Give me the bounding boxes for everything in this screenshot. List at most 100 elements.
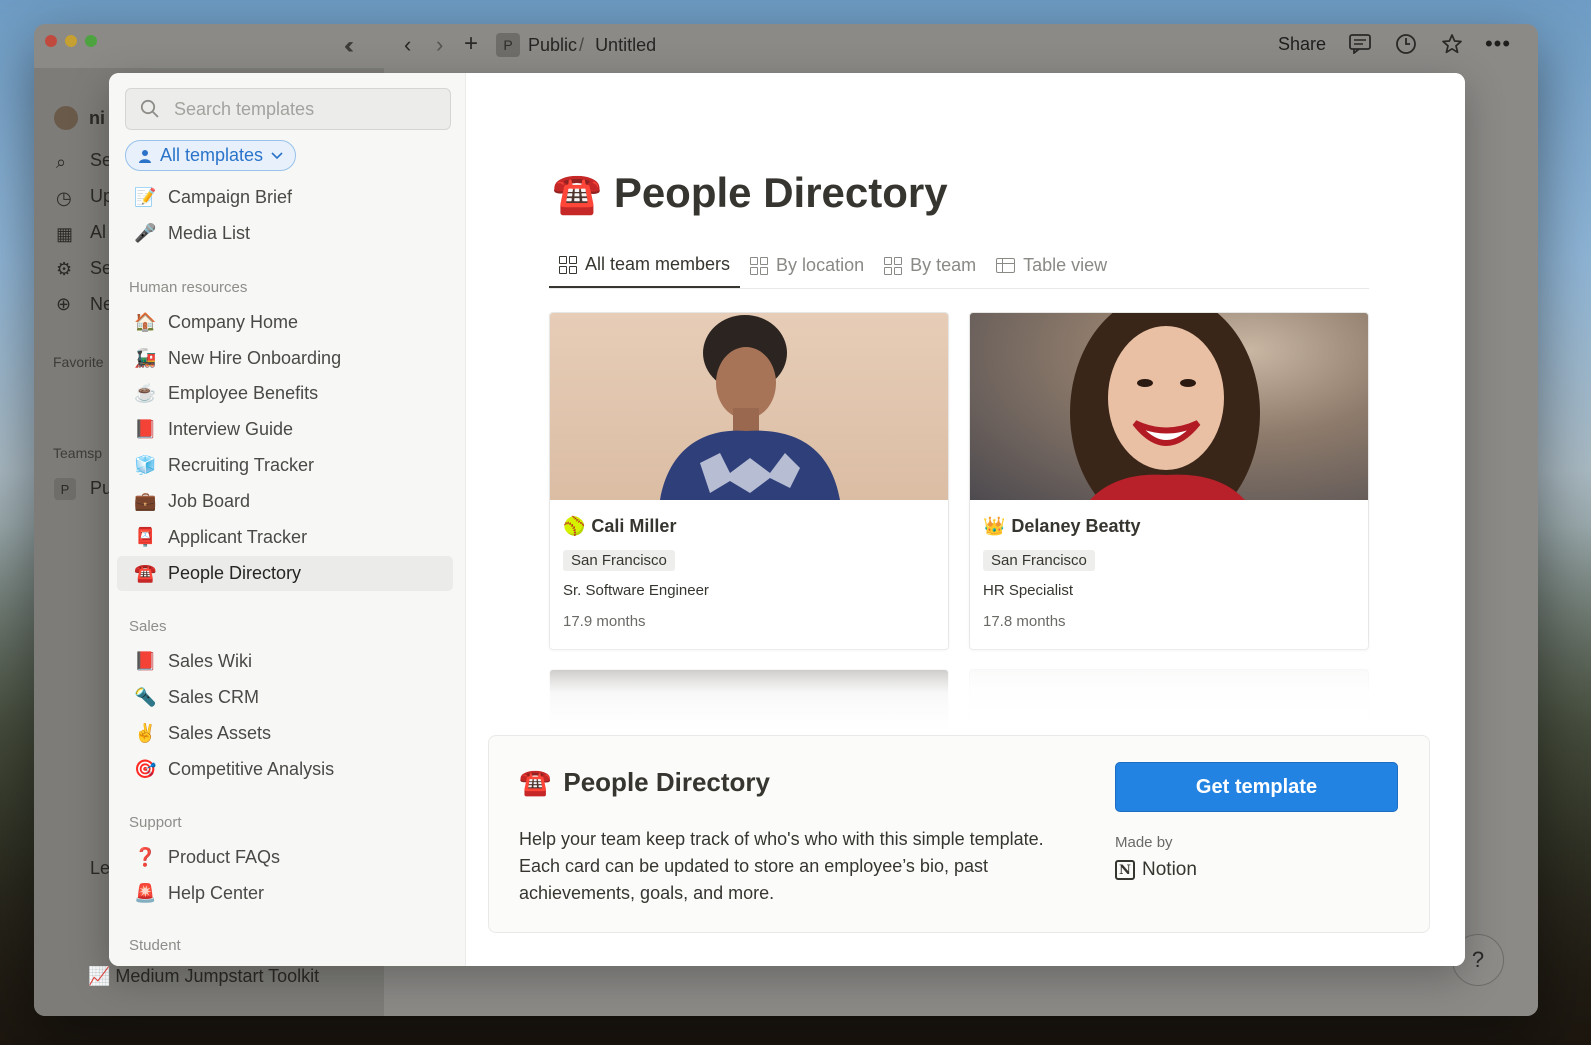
breadcrumb-workspace-badge: P	[496, 33, 520, 57]
template-item-label: People Directory	[168, 563, 302, 583]
template-item-label: Competitive Analysis	[168, 759, 335, 779]
template-item-label: Sales CRM	[168, 687, 260, 707]
view-tabs: All team members By location By team Tab…	[549, 243, 1369, 289]
tab-by-location[interactable]: By location	[740, 243, 874, 288]
history-icon[interactable]	[1394, 32, 1418, 56]
template-item-people-directory[interactable]: ☎️ People Directory	[117, 556, 453, 591]
notion-logo-icon: N	[1115, 860, 1135, 880]
new-tab-icon[interactable]: +	[464, 30, 478, 58]
sidebar-page-medium-jumpstart[interactable]: 📈 Medium Jumpstart Toolkit	[88, 966, 319, 987]
victory-hand-icon: ✌️	[134, 723, 157, 743]
search-icon	[140, 99, 159, 118]
workspace-name[interactable]: ni	[89, 108, 105, 129]
zoom-window-button[interactable]	[85, 35, 97, 47]
sidebar-all-teamspaces[interactable]: Al	[90, 222, 106, 243]
red-book-icon: 📕	[134, 651, 157, 671]
person-photo	[550, 313, 948, 500]
red-book-icon: 📕	[134, 419, 157, 439]
forward-icon[interactable]: ›	[436, 32, 443, 58]
person-tenure: 17.8 months	[983, 613, 1066, 630]
template-item-company-home[interactable]: 🏠 Company Home	[117, 305, 453, 340]
minimize-window-button[interactable]	[65, 35, 77, 47]
preview-title: ☎️ People Directory	[552, 169, 948, 217]
person-name: 🥎 Cali Miller	[563, 516, 676, 537]
telephone-icon: ☎️	[134, 563, 157, 583]
search-input[interactable]	[174, 98, 444, 120]
template-sidebar: All templates 📝 Campaign Brief 🎤 Media Lis…	[109, 73, 466, 966]
section-student: Student	[129, 937, 181, 954]
crown-icon: 👑	[983, 516, 1006, 536]
template-item-interview-guide[interactable]: 📕 Interview Guide	[117, 412, 453, 447]
back-icon[interactable]: ‹	[404, 32, 411, 58]
chevron-down-icon	[271, 151, 283, 159]
template-item-label: Help Center	[168, 883, 265, 903]
template-item-label: Company Home	[168, 312, 299, 332]
avatar[interactable]	[54, 106, 78, 130]
all-templates-filter[interactable]: All templates	[125, 140, 297, 171]
more-options-icon[interactable]: •••	[1485, 31, 1510, 56]
gallery-icon	[884, 256, 903, 275]
template-item-sales-crm[interactable]: 🔦 Sales CRM	[117, 680, 453, 715]
template-item-sales-assets[interactable]: ✌️ Sales Assets	[117, 716, 453, 751]
template-author[interactable]: N Notion	[1115, 859, 1197, 881]
section-sales: Sales	[129, 618, 167, 635]
template-item-employee-benefits[interactable]: ☕ Employee Benefits	[117, 376, 453, 411]
tab-by-team[interactable]: By team	[874, 243, 986, 288]
person-photo	[970, 313, 1368, 500]
breadcrumb-public[interactable]: Public	[528, 35, 577, 55]
get-template-button[interactable]: Get template	[1115, 762, 1398, 812]
comments-icon[interactable]	[1348, 32, 1372, 56]
template-item-competitive-analysis[interactable]: 🎯 Competitive Analysis	[117, 752, 453, 787]
template-item-label: Applicant Tracker	[168, 527, 308, 547]
template-item-label: Job Board	[168, 491, 251, 511]
template-item-applicant-tracker[interactable]: 📮 Applicant Tracker	[117, 520, 453, 555]
tab-label: By team	[910, 255, 977, 275]
breadcrumb-untitled[interactable]: Untitled	[595, 35, 656, 55]
tab-table-view[interactable]: Table view	[986, 243, 1117, 288]
template-item-label: Recruiting Tracker	[168, 455, 315, 475]
template-search	[125, 88, 451, 130]
template-item-sales-wiki[interactable]: 📕 Sales Wiki	[117, 644, 453, 679]
person-card[interactable]: 🥎 Cali Miller San Francisco Sr. Software…	[549, 312, 949, 650]
made-by-label: Made by	[1115, 834, 1173, 851]
template-item-recruiting-tracker[interactable]: 🧊 Recruiting Tracker	[117, 448, 453, 483]
template-item-label: Campaign Brief	[168, 187, 293, 207]
tab-all-team-members[interactable]: All team members	[549, 243, 741, 288]
close-window-button[interactable]	[45, 35, 57, 47]
template-item-product-faqs[interactable]: ❓ Product FAQs	[117, 840, 453, 875]
person-icon	[139, 149, 151, 163]
person-card[interactable]: 👑 Delaney Beatty San Francisco HR Specia…	[969, 312, 1369, 650]
template-item-help-center[interactable]: 🚨 Help Center	[117, 876, 453, 911]
siren-icon: 🚨	[134, 883, 157, 903]
search-icon[interactable]: ⌕	[56, 152, 66, 173]
share-button[interactable]: Share	[1278, 34, 1326, 55]
teamspace-badge: P	[54, 478, 76, 500]
briefcase-icon: 💼	[134, 491, 157, 511]
favorite-star-icon[interactable]	[1440, 32, 1464, 56]
toolbar-right: Share •••	[1278, 31, 1510, 56]
person-role: Sr. Software Engineer	[563, 582, 709, 599]
preview-title-text: People Directory	[613, 169, 948, 216]
house-icon: 🏠	[134, 312, 157, 332]
template-item-media-list[interactable]: 🎤 Media List	[117, 216, 453, 251]
person-name: 👑 Delaney Beatty	[983, 516, 1140, 537]
ice-cube-icon: 🧊	[134, 455, 157, 475]
teamspace-row-le[interactable]: Le	[90, 858, 110, 879]
template-item-label: Sales Wiki	[168, 651, 253, 671]
section-support: Support	[129, 814, 182, 831]
favorites-section: Favorite	[53, 354, 104, 370]
telephone-icon: ☎️	[519, 767, 552, 797]
collapse-sidebar-icon[interactable]: ‹‹	[344, 32, 354, 60]
template-item-campaign-brief[interactable]: 📝 Campaign Brief	[117, 180, 453, 215]
plus-circle-icon: ⊕	[56, 294, 72, 314]
template-item-new-hire-onboarding[interactable]: 🚂 New Hire Onboarding	[117, 341, 453, 376]
building-icon: ▦	[56, 224, 74, 244]
person-role: HR Specialist	[983, 582, 1074, 599]
template-item-label: Employee Benefits	[168, 383, 319, 403]
telephone-icon: ☎️	[552, 171, 602, 216]
target-icon: 🎯	[134, 759, 157, 779]
template-item-job-board[interactable]: 💼 Job Board	[117, 484, 453, 519]
table-icon	[996, 258, 1016, 273]
template-item-label: New Hire Onboarding	[168, 348, 342, 368]
preview-fade-overlay	[466, 633, 1465, 733]
